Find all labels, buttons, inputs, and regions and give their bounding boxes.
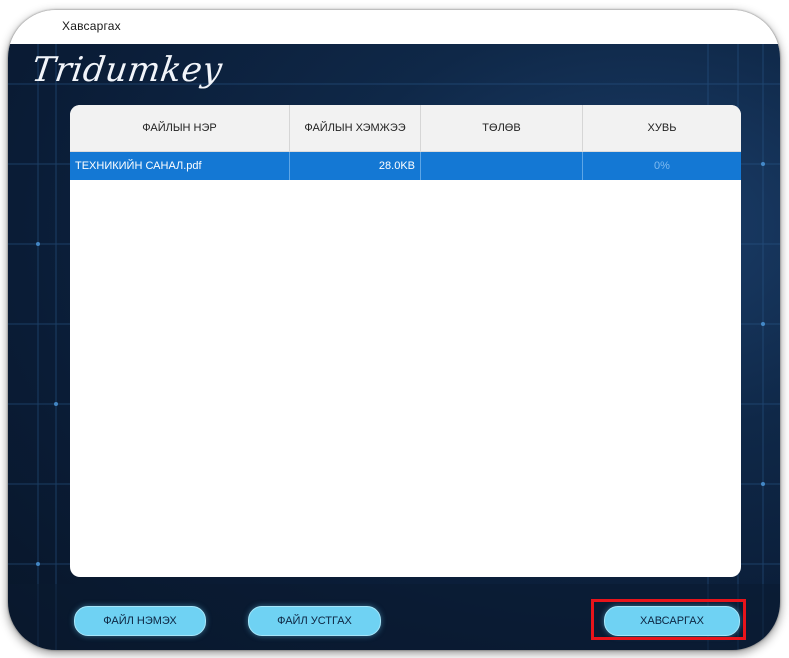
column-header-file-size[interactable]: ФАЙЛЫН ХЭМЖЭЭ	[290, 105, 421, 151]
cell-percent: 0%	[654, 160, 670, 172]
table-header: ФАЙЛЫН НЭР ФАЙЛЫН ХЭМЖЭЭ ТӨЛӨВ ХУВЬ	[70, 105, 741, 152]
add-file-button[interactable]: ФАЙЛ НЭМЭХ	[74, 606, 206, 636]
column-header-percent[interactable]: ХУВЬ	[583, 105, 741, 151]
title-bar: Хавсаргах	[8, 10, 780, 44]
tridumkey-logo: Tridumkey	[29, 50, 225, 90]
table-row[interactable]: ТЕХНИКИЙН САНАЛ.pdf 28.0KB 0%	[70, 152, 741, 180]
app-area: Tridumkey ФАЙЛЫН НЭР ФАЙЛЫН ХЭМЖЭЭ ТӨЛӨВ…	[8, 44, 780, 650]
cell-status	[421, 152, 583, 180]
file-list-panel: ФАЙЛЫН НЭР ФАЙЛЫН ХЭМЖЭЭ ТӨЛӨВ ХУВЬ ТЕХН…	[70, 105, 741, 577]
attach-button-highlight-box	[591, 599, 746, 640]
column-header-file-name[interactable]: ФАЙЛЫН НЭР	[70, 105, 290, 151]
delete-file-button[interactable]: ФАЙЛ УСТГАХ	[248, 606, 381, 636]
column-header-status[interactable]: ТӨЛӨВ	[421, 105, 583, 151]
window-title: Хавсаргах	[62, 19, 121, 33]
attach-window: Хавсаргах Tridumkey ФАЙЛЫН НЭР ФАЙЛЫН ХЭ…	[8, 10, 780, 650]
cell-file-size: 28.0KB	[290, 152, 421, 180]
cell-file-name: ТЕХНИКИЙН САНАЛ.pdf	[70, 152, 290, 180]
screenshot-stage: Хавсаргах Tridumkey ФАЙЛЫН НЭР ФАЙЛЫН ХЭ…	[0, 0, 789, 658]
